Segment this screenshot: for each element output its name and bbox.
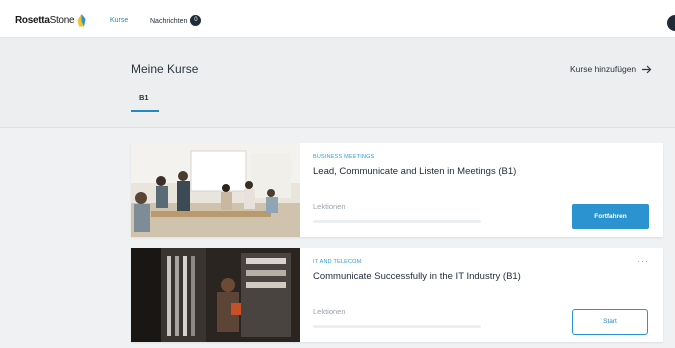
message-count-badge: 0	[190, 15, 202, 26]
course-card[interactable]: IT AND TELECOM ··· Communicate Successfu…	[131, 248, 663, 342]
nav-kurse[interactable]: Kurse	[110, 17, 128, 24]
lessons-label: Lektionen	[313, 307, 346, 316]
add-courses-link[interactable]: Kurse hinzufügen	[570, 64, 652, 74]
logo-text: RosettaStone	[15, 14, 75, 26]
continue-button[interactable]: Fortfahren	[572, 204, 649, 229]
stone-logo-icon	[77, 13, 86, 26]
course-category: IT AND TELECOM	[313, 259, 362, 265]
course-title[interactable]: Lead, Communicate and Listen in Meetings…	[313, 166, 516, 177]
header-band	[0, 38, 675, 128]
tab-b1[interactable]: B1	[131, 90, 159, 112]
tab-active-indicator	[131, 110, 159, 112]
page-title: Meine Kurse	[131, 62, 199, 76]
top-bar: RosettaStone Kurse Nachrichten 0	[0, 0, 675, 38]
nav-nachrichten[interactable]: Nachrichten 0	[150, 15, 202, 26]
course-progress-bar	[313, 220, 481, 223]
nav-nachrichten-label: Nachrichten	[150, 18, 188, 25]
course-progress-bar	[313, 325, 481, 328]
start-button[interactable]: Start	[572, 309, 648, 335]
course-title[interactable]: Communicate Successfully in the IT Indus…	[313, 271, 521, 282]
server-room-photo-icon	[131, 248, 300, 342]
add-courses-label: Kurse hinzufügen	[570, 64, 637, 74]
avatar[interactable]	[667, 15, 675, 31]
lessons-label: Lektionen	[313, 202, 346, 211]
tab-b1-label: B1	[139, 93, 149, 102]
meeting-photo-icon	[131, 143, 300, 237]
course-card[interactable]: BUSINESS MEETINGS Lead, Communicate and …	[131, 143, 663, 237]
course-category: BUSINESS MEETINGS	[313, 154, 375, 160]
rosetta-stone-logo[interactable]: RosettaStone	[15, 13, 86, 27]
arrow-right-icon	[642, 65, 652, 73]
more-options-icon[interactable]: ···	[637, 256, 649, 266]
